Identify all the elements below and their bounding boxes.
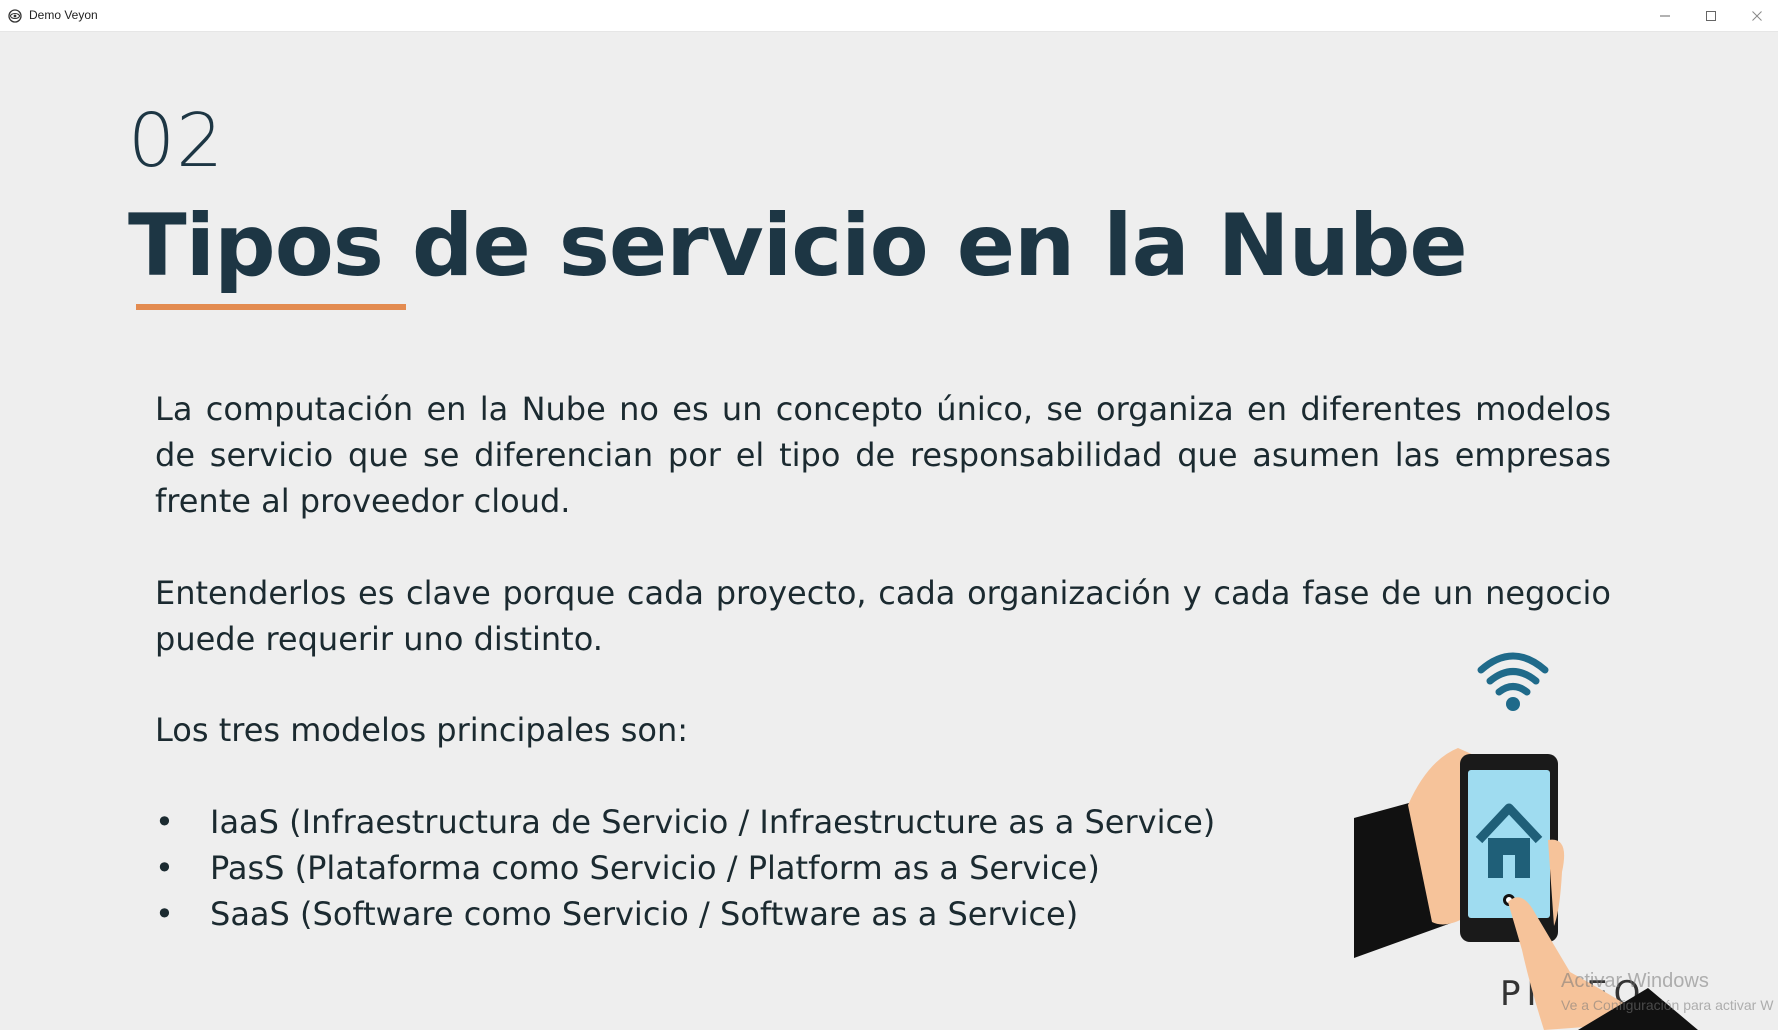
list-item-paas: • PasS (Plataforma como Servicio / Platf… — [155, 845, 1215, 891]
bullet-dot: • — [155, 849, 174, 887]
section-number: 02 — [128, 98, 225, 184]
window-title: Demo Veyon — [29, 8, 98, 22]
presentation-slide: 02 Tipos de servicio en la Nube La compu… — [0, 32, 1778, 1030]
app-window: Demo Veyon 02 Tipos de servicio en la Nu… — [0, 0, 1778, 1030]
bullet-dot: • — [155, 895, 174, 933]
veyon-eye-icon — [8, 8, 22, 23]
close-button[interactable] — [1734, 0, 1778, 31]
paragraph-intro: La computación en la Nube no es un conce… — [155, 390, 1611, 520]
windows-activation-watermark: Activar Windows Ve a Configuración para … — [1561, 970, 1773, 1013]
list-item-label: PasS (Plataforma como Servicio / Platfor… — [210, 849, 1100, 887]
watermark-title: Activar Windows — [1561, 970, 1709, 992]
minimize-icon — [1660, 15, 1670, 16]
list-item-saas: • SaaS (Software como Servicio / Softwar… — [155, 891, 1215, 937]
paragraph-importance: Entenderlos es clave porque cada proyect… — [155, 574, 1611, 658]
watermark-subtitle: Ve a Configuración para activar W — [1561, 997, 1774, 1013]
service-model-list: • IaaS (Infraestructura de Servicio / In… — [155, 799, 1215, 937]
slide-title: Tipos de servicio en la Nube — [128, 196, 1468, 296]
wifi-icon — [1477, 652, 1549, 696]
maximize-button[interactable] — [1688, 0, 1734, 31]
list-item-label: SaaS (Software como Servicio / Software … — [210, 895, 1079, 933]
title-underline — [136, 304, 406, 310]
list-item-label: IaaS (Infraestructura de Servicio / Infr… — [210, 803, 1216, 841]
close-icon — [1752, 10, 1762, 21]
list-item-iaas: • IaaS (Infraestructura de Servicio / In… — [155, 799, 1215, 845]
minimize-button[interactable] — [1642, 0, 1688, 31]
bullet-dot: • — [155, 803, 174, 841]
maximize-icon — [1706, 10, 1716, 21]
title-bar[interactable]: Demo Veyon — [0, 0, 1778, 32]
